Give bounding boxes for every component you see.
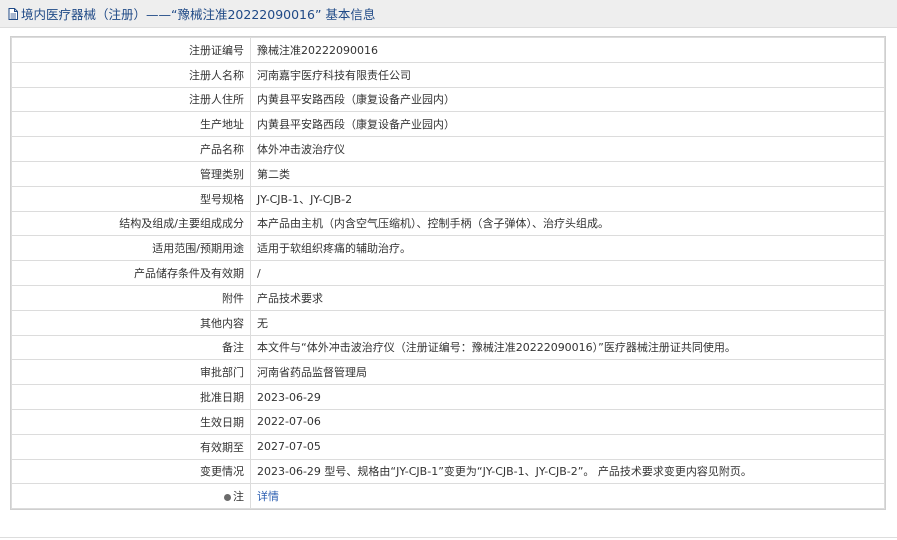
row-label: 变更情况 [11, 458, 251, 485]
row-value: 内黄县平安路西段（康复设备产业园内） [250, 86, 885, 113]
row-label: 注册证编号 [11, 37, 251, 63]
row-label: 批准日期 [11, 384, 251, 410]
row-label: 审批部门 [11, 359, 251, 386]
table-row: 其他内容无 [11, 309, 885, 336]
table-row: 注册人住所 内黄县平安路西段（康复设备产业园内） [11, 86, 885, 113]
info-table-panel: 注册证编号 豫械注准20222090016 注册人名称 河南嘉宇医疗科技有限责任公司… [10, 36, 886, 511]
row-value: 体外冲击波治疗仪 [250, 136, 885, 162]
table-row: 注册人名称 河南嘉宇医疗科技有限责任公司 [11, 61, 885, 88]
row-value: 无 [250, 309, 885, 336]
row-value: / [250, 260, 885, 286]
table-row: 适用范围/预期用途 适用于软组织疼痛的辅助治疗。 [11, 235, 885, 262]
row-value: 2027-07-05 [250, 433, 885, 460]
row-value: 河南嘉宇医疗科技有限责任公司 [250, 61, 885, 88]
row-label: 产品名称 [11, 136, 251, 162]
table-row: 生效日期 2022-07-06 [11, 408, 885, 435]
row-value: 2023-06-29 型号、规格由“JY-CJB-1”变更为“JY-CJB-1、… [250, 458, 885, 485]
detail-link[interactable]: 详情 [257, 490, 279, 503]
row-label: 管理类别 [11, 160, 251, 187]
table-row: 产品储存条件及有效期 / [11, 260, 885, 286]
row-value: 产品技术要求 [250, 284, 885, 311]
row-label: 其他内容 [11, 309, 251, 336]
row-value: 本文件与“体外冲击波治疗仪（注册证编号：豫械注准20222090016）”医疗器… [250, 334, 885, 361]
table-row: 型号规格 JY-CJB-1、JY-CJB-2 [11, 185, 885, 212]
table-row: 备注 本文件与“体外冲击波治疗仪（注册证编号：豫械注准20222090016）”医… [11, 334, 885, 361]
row-label: 备注 [11, 334, 251, 361]
table-row: 生产地址 内黄县平安路西段（康复设备产业园内） [11, 111, 885, 138]
row-value: JY-CJB-1、JY-CJB-2 [250, 185, 885, 212]
table-row: 管理类别 第二类 [11, 160, 885, 187]
note-value-cell: 详情 [250, 483, 885, 510]
row-label: 生效日期 [11, 408, 251, 435]
page-header: 境内医疗器械（注册）——“豫械注准20222090016” 基本信息 [0, 0, 897, 28]
row-value: 第二类 [250, 160, 885, 187]
row-label: 结构及组成/主要组成成分 [11, 210, 251, 237]
row-label: 型号规格 [11, 185, 251, 212]
document-icon [8, 7, 18, 20]
row-label: 生产地址 [11, 111, 251, 138]
row-value: 本产品由主机（内含空气压缩机）、控制手柄（含子弹体）、治疗头组成。 [250, 210, 885, 237]
row-value: 河南省药品监督管理局 [250, 359, 885, 386]
row-value: 适用于软组织疼痛的辅助治疗。 [250, 235, 885, 262]
row-value: 2022-07-06 [250, 408, 885, 435]
row-value: 2023-06-29 [250, 384, 885, 410]
note-label: 注 [233, 490, 244, 504]
row-label: 注册人住所 [11, 86, 251, 113]
row-label: 适用范围/预期用途 [11, 235, 251, 262]
table-row: 附件 产品技术要求 [11, 284, 885, 311]
notice-icon [224, 493, 231, 501]
table-row: 审批部门 河南省药品监督管理局 [11, 359, 885, 386]
row-value: 内黄县平安路西段（康复设备产业园内） [250, 111, 885, 138]
table-row: 有效期至 2027-07-05 [11, 433, 885, 460]
table-row: 变更情况 2023-06-29 型号、规格由“JY-CJB-1”变更为“JY-CJ… [11, 458, 885, 485]
row-value: 豫械注准20222090016 [250, 37, 885, 63]
table-row: 注册证编号 豫械注准20222090016 [11, 37, 885, 63]
table-row: 结构及组成/主要组成成分 本产品由主机（内含空气压缩机）、控制手柄（含子弹体）、治… [11, 210, 885, 237]
table-row: 产品名称 体外冲击波治疗仪 [11, 136, 885, 162]
table-row: 批准日期 2023-06-29 [11, 384, 885, 410]
row-label: 有效期至 [11, 433, 251, 460]
note-row: 注 详情 [11, 483, 885, 510]
row-label: 注册人名称 [11, 61, 251, 88]
row-label: 产品储存条件及有效期 [11, 260, 251, 286]
info-table: 注册证编号 豫械注准20222090016 注册人名称 河南嘉宇医疗科技有限责任公司… [11, 37, 885, 510]
note-label-cell: 注 [11, 483, 251, 510]
page-title: 境内医疗器械（注册）——“豫械注准20222090016” 基本信息 [21, 7, 376, 22]
row-label: 附件 [11, 284, 251, 311]
bottom-divider [0, 537, 897, 538]
